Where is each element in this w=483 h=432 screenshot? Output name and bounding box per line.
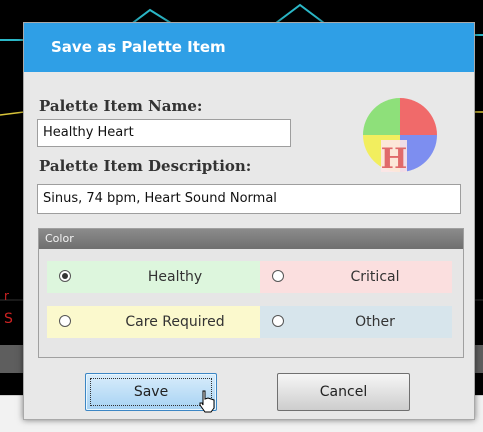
other-radio[interactable] [272, 315, 284, 327]
color-option-critical[interactable]: Critical [260, 261, 452, 293]
palette-item-description-field[interactable]: Sinus, 74 bpm, Heart Sound Normal [37, 184, 461, 214]
cancel-button-label: Cancel [319, 384, 368, 400]
svg-text:S: S [4, 311, 13, 327]
color-group: Color Healthy Critical Care Required Oth… [38, 228, 464, 358]
palette-item-description-label: Palette Item Description: [39, 157, 252, 175]
color-option-other[interactable]: Other [260, 306, 452, 338]
mouse-cursor-icon [199, 390, 215, 413]
care-required-radio[interactable] [59, 315, 71, 327]
color-group-title: Color [45, 232, 74, 245]
color-option-care-required[interactable]: Care Required [47, 306, 265, 338]
cancel-button[interactable]: Cancel [277, 373, 410, 411]
healthy-radio[interactable] [59, 270, 71, 282]
svg-text:r: r [4, 289, 9, 303]
dialog-title-bar[interactable]: Save as Palette Item [24, 23, 474, 72]
palette-item-name-label: Palette Item Name: [39, 97, 203, 115]
healthy-label: Healthy [147, 269, 203, 285]
palette-item-name-field[interactable]: Healthy Heart [37, 119, 291, 147]
other-label: Other [355, 314, 395, 330]
palette-logo-icon: H [363, 98, 437, 175]
save-palette-item-dialog: Save as Palette Item Palette Item Name: … [23, 22, 475, 420]
color-option-healthy[interactable]: Healthy [47, 261, 265, 293]
critical-radio[interactable] [272, 270, 284, 282]
logo-letter: H [381, 142, 407, 175]
focus-rectangle [90, 378, 212, 406]
dialog-title: Save as Palette Item [51, 38, 226, 56]
care-required-label: Care Required [125, 314, 225, 330]
color-group-header: Color [39, 229, 463, 249]
critical-label: Critical [350, 269, 400, 285]
